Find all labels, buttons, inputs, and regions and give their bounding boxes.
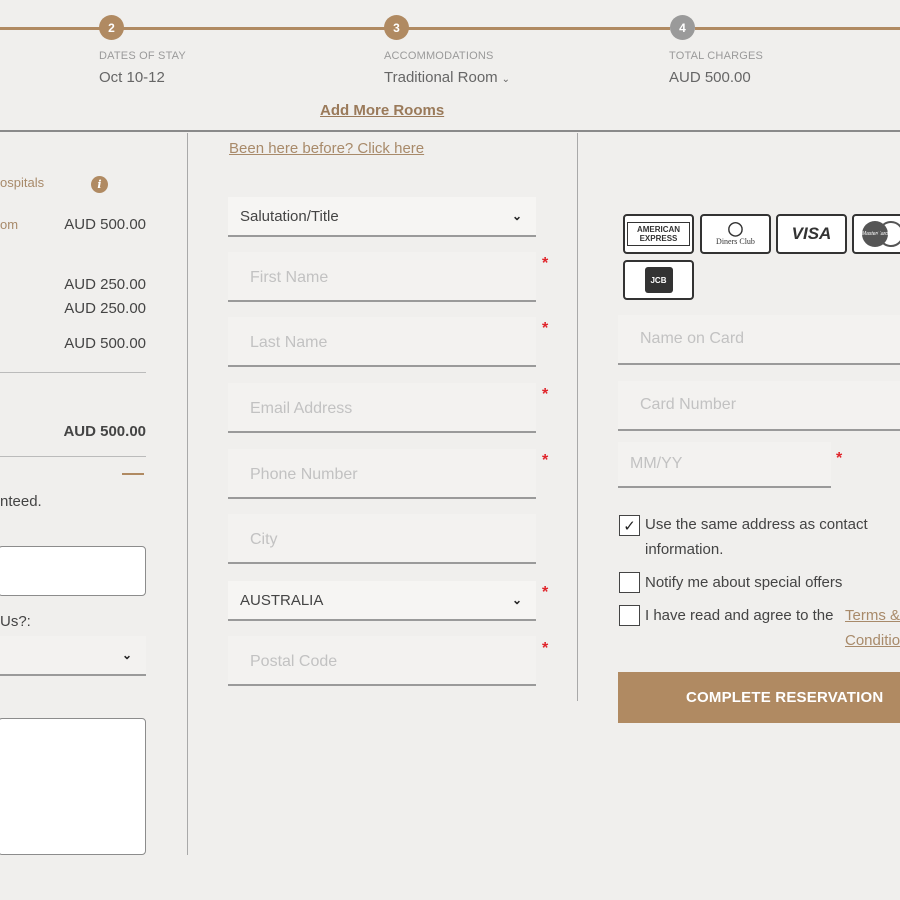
notify-offers-label: Notify me about special offers	[645, 574, 843, 591]
same-address-checkbox[interactable]: ✓	[619, 515, 640, 536]
accommodations-dropdown[interactable]: Traditional Room ⌄	[384, 69, 510, 86]
step-3-circle[interactable]: 3	[384, 15, 409, 40]
how-heard-label: Us?:	[0, 613, 31, 630]
diners-logo-icon: ◯	[727, 221, 744, 237]
terms-conditions-link[interactable]: Terms & Conditions	[845, 607, 900, 649]
diners-club-card-icon: ◯ Diners Club	[700, 214, 771, 254]
card-number-field[interactable]	[618, 381, 900, 431]
info-icon[interactable]: i	[91, 176, 108, 193]
step-2-circle[interactable]: 2	[99, 15, 124, 40]
step-3-label: ACCOMMODATIONS	[384, 50, 494, 62]
summary-option-label: ospitals	[0, 175, 45, 190]
first-name-field[interactable]	[228, 252, 536, 302]
terms-link-wrap: Terms & Conditions	[619, 603, 900, 653]
city-input[interactable]	[228, 514, 536, 562]
first-name-required-mark: *	[542, 255, 549, 272]
step-2-value: Oct 10-12	[99, 69, 165, 86]
accommodations-value: Traditional Room	[384, 69, 498, 86]
card-number-input[interactable]	[618, 381, 900, 429]
jcb-card-icon: JCB	[623, 260, 694, 300]
same-address-label: Use the same address as contact informat…	[645, 516, 868, 558]
collapse-dash-icon[interactable]	[122, 473, 144, 475]
last-name-input[interactable]	[228, 317, 536, 365]
country-select[interactable]: AUSTRALIA ⌄	[228, 581, 536, 621]
expiry-field[interactable]	[618, 442, 831, 488]
chevron-down-icon: ⌄	[511, 209, 522, 223]
column-divider-left	[187, 133, 188, 855]
column-divider-right	[577, 133, 578, 701]
returning-guest-link[interactable]: Been here before? Click here	[229, 140, 424, 157]
checkmark-icon: ✓	[623, 517, 636, 535]
summary-divider-2	[0, 456, 146, 457]
jcb-logo-icon: JCB	[644, 267, 673, 293]
expiry-required-mark: *	[836, 450, 843, 467]
amex-card-icon: AMERICAN EXPRESS	[623, 214, 694, 254]
nightly-amount-2: AUD 250.00	[64, 300, 146, 317]
phone-field[interactable]	[228, 449, 536, 499]
comments-textarea[interactable]	[0, 718, 146, 855]
first-name-input[interactable]	[228, 252, 536, 300]
postal-code-required-mark: *	[542, 640, 549, 657]
add-more-rooms-link[interactable]: Add More Rooms	[320, 102, 444, 119]
country-value: AUSTRALIA	[240, 591, 324, 609]
step-4-label: TOTAL CHARGES	[669, 50, 764, 62]
phone-input[interactable]	[228, 449, 536, 497]
summary-divider	[0, 372, 146, 373]
summary-room-label: om	[0, 217, 19, 232]
visa-card-icon: VISA	[776, 214, 847, 254]
postal-code-input[interactable]	[228, 636, 536, 684]
booking-stepper: 2 DATES OF STAY Oct 10-12 3 ACCOMMODATIO…	[0, 0, 900, 132]
notify-offers-checkbox[interactable]	[619, 572, 640, 593]
step-2-label: DATES OF STAY	[99, 50, 186, 62]
last-name-required-mark: *	[542, 320, 549, 337]
how-heard-select[interactable]: ⌄	[0, 636, 146, 676]
chevron-down-icon: ⌄	[511, 593, 522, 607]
subtotal-amount: AUD 500.00	[64, 335, 146, 352]
email-input[interactable]	[228, 383, 536, 431]
name-on-card-field[interactable]	[618, 315, 900, 365]
email-required-mark: *	[542, 386, 549, 403]
room-amount: AUD 500.00	[64, 216, 146, 233]
total-amount: AUD 500.00	[63, 423, 146, 440]
phone-required-mark: *	[542, 452, 549, 469]
chevron-down-icon: ⌄	[501, 74, 511, 85]
chevron-down-icon: ⌄	[121, 648, 132, 662]
country-required-mark: *	[542, 584, 549, 601]
salutation-value: Salutation/Title	[240, 207, 339, 225]
promo-code-input[interactable]	[0, 546, 146, 596]
email-field[interactable]	[228, 383, 536, 433]
stepper-track-remaining	[695, 27, 900, 30]
complete-reservation-button[interactable]: COMPLETE RESERVATION	[618, 672, 900, 723]
nightly-amount-1: AUD 250.00	[64, 276, 146, 293]
guarantee-text: nteed.	[0, 493, 42, 510]
postal-code-field[interactable]	[228, 636, 536, 686]
city-field[interactable]	[228, 514, 536, 564]
mastercard-card-icon: MasterCard	[852, 214, 900, 254]
salutation-select[interactable]: Salutation/Title ⌄	[228, 197, 536, 237]
last-name-field[interactable]	[228, 317, 536, 367]
step-4-circle: 4	[670, 15, 695, 40]
step-4-value: AUD 500.00	[669, 69, 751, 86]
name-on-card-input[interactable]	[618, 315, 900, 363]
expiry-input[interactable]	[618, 442, 831, 486]
